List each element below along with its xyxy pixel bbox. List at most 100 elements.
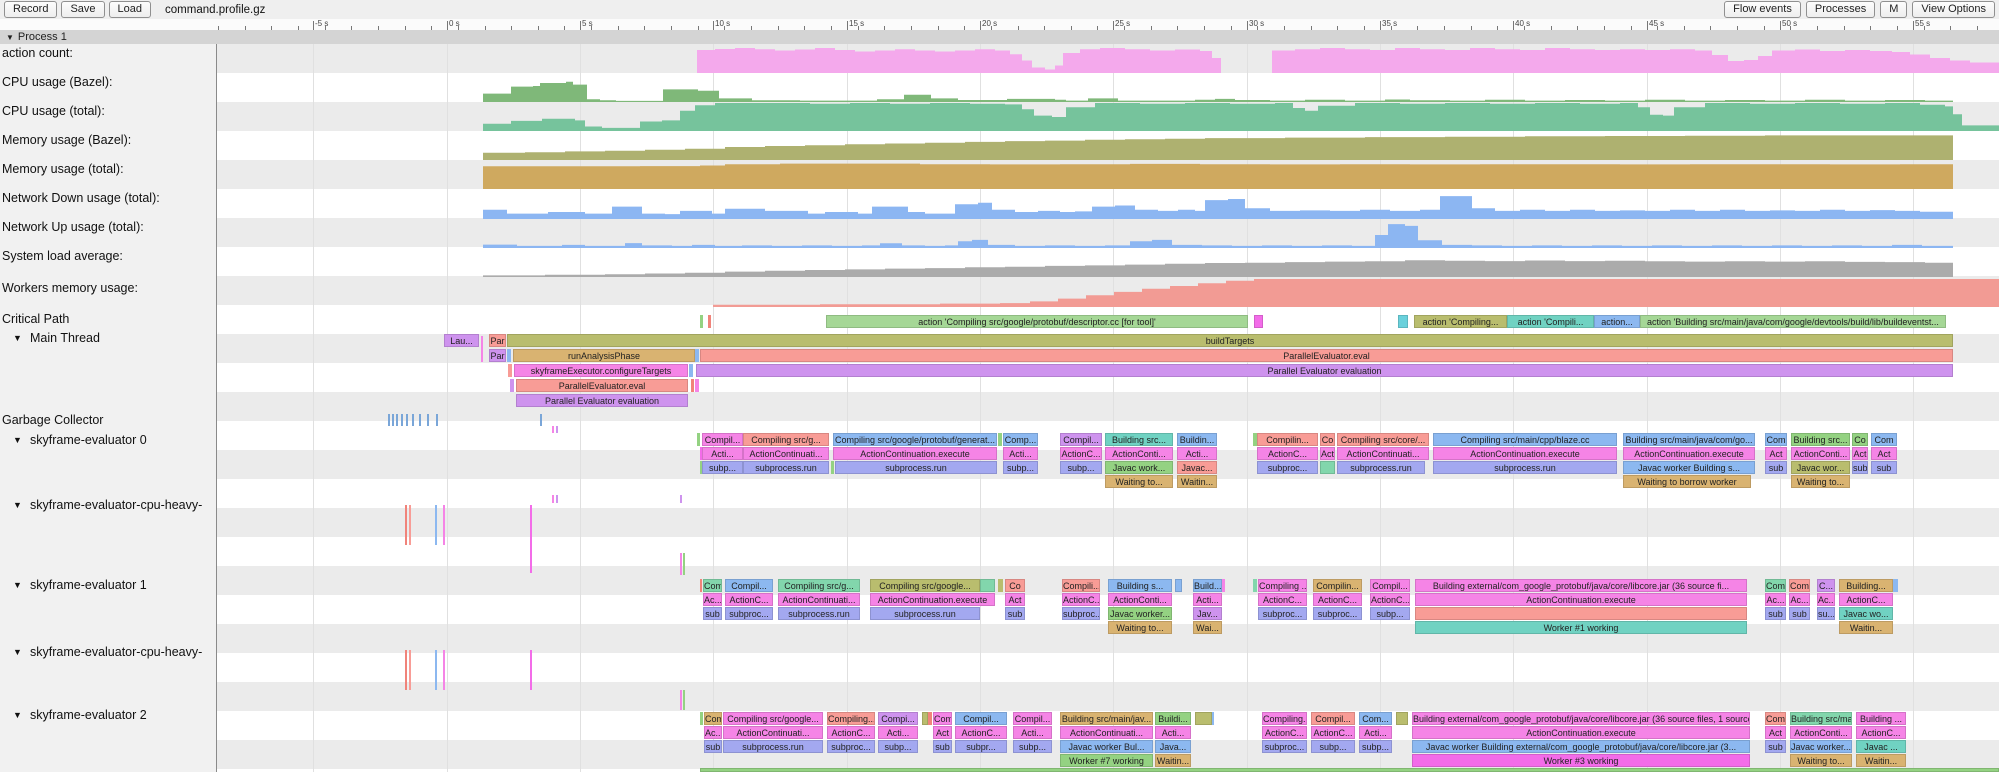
trace-event-subprocess-run[interactable]: subprocess.run bbox=[743, 461, 829, 474]
instant-event-tick[interactable] bbox=[396, 414, 398, 426]
trace-event-subp[interactable]: subp... bbox=[1311, 740, 1355, 753]
trace-event-sliver[interactable] bbox=[1254, 315, 1263, 328]
trace-event-com[interactable]: Com bbox=[1765, 712, 1786, 725]
trace-event-compil[interactable]: Compil... bbox=[1060, 433, 1102, 446]
trace-event-sliver[interactable] bbox=[1253, 579, 1257, 592]
trace-event-sub[interactable]: sub bbox=[1005, 607, 1025, 620]
trace-event-actionc[interactable]: ActionC... bbox=[1856, 726, 1906, 739]
trace-event-waiting-to[interactable]: Waiting to... bbox=[1108, 621, 1172, 634]
trace-event-subp[interactable]: subp... bbox=[1003, 461, 1038, 474]
instant-event-tick[interactable] bbox=[556, 495, 558, 503]
trace-event-actionc[interactable]: ActionC... bbox=[1839, 593, 1893, 606]
trace-event-waitin[interactable]: Waitin... bbox=[1177, 475, 1217, 488]
instant-event-tick[interactable] bbox=[683, 553, 685, 575]
trace-event-actionc[interactable]: ActionC... bbox=[1370, 593, 1410, 606]
trace-event-sliver[interactable] bbox=[695, 349, 699, 362]
trace-event-action[interactable]: action... bbox=[1594, 315, 1640, 328]
trace-event-act[interactable]: Act bbox=[1765, 447, 1787, 460]
trace-event-comp[interactable]: Comp... bbox=[1003, 433, 1038, 446]
trace-event-sliver[interactable] bbox=[928, 712, 932, 725]
trace-event-javac-wo[interactable]: Javac wo... bbox=[1839, 607, 1893, 620]
trace-event-subproc[interactable]: subproc... bbox=[1313, 607, 1362, 620]
trace-event-building[interactable]: Building... bbox=[1839, 579, 1893, 592]
instant-event-tick[interactable] bbox=[392, 414, 394, 426]
trace-event-actionconti[interactable]: ActionConti... bbox=[1790, 726, 1852, 739]
trace-event-acti[interactable]: Acti... bbox=[1155, 726, 1191, 739]
trace-event-actionconti[interactable]: ActionConti... bbox=[1108, 593, 1172, 606]
instant-event-tick[interactable] bbox=[530, 650, 532, 690]
trace-event-actionc[interactable]: ActionC... bbox=[1062, 593, 1100, 606]
trace-event-java[interactable]: Java... bbox=[1155, 740, 1191, 753]
trace-event-su[interactable]: su... bbox=[1817, 607, 1835, 620]
trace-event-compil[interactable]: Compil... bbox=[1370, 579, 1410, 592]
trace-event-actionc[interactable]: ActionC... bbox=[1258, 593, 1307, 606]
trace-event-building-external-com-google-protobuf-ja[interactable]: Building external/com_google_protobuf/ja… bbox=[1412, 712, 1750, 725]
instant-event-tick[interactable] bbox=[427, 414, 429, 426]
trace-event-subp[interactable]: subp... bbox=[1370, 607, 1410, 620]
trace-event-sliver[interactable] bbox=[1893, 579, 1898, 592]
trace-event-acti[interactable]: Acti... bbox=[878, 726, 918, 739]
trace-event-subproc[interactable]: subproc... bbox=[1062, 607, 1100, 620]
trace-event-compiling-src-google-protobuf-generat[interactable]: Compiling src/google/protobuf/generat... bbox=[833, 433, 997, 446]
trace-event-action-building-src-main-java-com-google[interactable]: action 'Building src/main/java/com/googl… bbox=[1640, 315, 1946, 328]
trace-event-actionc[interactable]: ActionC... bbox=[725, 593, 773, 606]
trace-event-compilin[interactable]: Compilin... bbox=[1257, 433, 1318, 446]
trace-event-compiling-src-google[interactable]: Compiling src/google... bbox=[870, 579, 980, 592]
trace-event-worker-1-working[interactable]: Worker #1 working bbox=[1415, 621, 1747, 634]
trace-event-javac-work[interactable]: Javac work... bbox=[1105, 461, 1173, 474]
instant-event-tick[interactable] bbox=[405, 650, 407, 690]
trace-event-com[interactable]: Com bbox=[933, 712, 952, 725]
trace-event-acti[interactable]: Acti... bbox=[1177, 447, 1217, 460]
trace-event-compil[interactable]: Compil... bbox=[1311, 712, 1355, 725]
instant-event-tick[interactable] bbox=[556, 426, 558, 433]
trace-event-waitin[interactable]: Waitin... bbox=[1839, 621, 1893, 634]
trace-event-parallelevaluator-eval[interactable]: ParallelEvaluator.eval bbox=[700, 349, 1953, 362]
trace-event-actionconti[interactable]: ActionConti... bbox=[1105, 447, 1173, 460]
trace-event-sliver[interactable] bbox=[998, 579, 1003, 592]
trace-event-subproc[interactable]: subproc... bbox=[827, 740, 875, 753]
trace-event-buildtargets[interactable]: buildTargets bbox=[507, 334, 1953, 347]
trace-event-subp[interactable]: subp... bbox=[1060, 461, 1102, 474]
trace-event-subprocess-run[interactable]: subprocess.run bbox=[723, 740, 823, 753]
trace-event-buildin[interactable]: Buildin... bbox=[1177, 433, 1217, 446]
instant-event-tick[interactable] bbox=[419, 414, 421, 426]
instant-event-tick[interactable] bbox=[443, 505, 445, 545]
trace-event-skyframeexecutor-configuretargets[interactable]: skyframeExecutor.configureTargets bbox=[514, 364, 688, 377]
trace-event-build[interactable]: Build... bbox=[1193, 579, 1222, 592]
trace-event-subprocess-run[interactable]: subprocess.run bbox=[1433, 461, 1617, 474]
trace-event-javac[interactable]: Javac... bbox=[1177, 461, 1217, 474]
trace-event-acti[interactable]: Acti... bbox=[1003, 447, 1038, 460]
instant-event-tick[interactable] bbox=[436, 414, 438, 426]
instant-event-tick[interactable] bbox=[680, 690, 682, 710]
trace-event-sub[interactable]: sub bbox=[1789, 607, 1810, 620]
trace-event-actioncontinuati[interactable]: ActionContinuati... bbox=[1337, 447, 1429, 460]
trace-event-javac-worker-building-s[interactable]: Javac worker Building s... bbox=[1623, 461, 1755, 474]
trace-event-act[interactable]: Act bbox=[933, 726, 952, 739]
trace-event-sliver[interactable] bbox=[708, 315, 711, 328]
trace-event-javac-worker-bul[interactable]: Javac worker Bul... bbox=[1060, 740, 1153, 753]
trace-event-compilin[interactable]: Compilin... bbox=[1313, 579, 1362, 592]
trace-event-sliver[interactable] bbox=[700, 768, 1999, 772]
trace-event-ac[interactable]: Ac... bbox=[1789, 593, 1810, 606]
trace-event-waiting-to-borrow-worker[interactable]: Waiting to borrow worker bbox=[1623, 475, 1751, 488]
trace-event-subproc[interactable]: subproc... bbox=[1262, 740, 1307, 753]
trace-event-compiling-src-g[interactable]: Compiling src/g... bbox=[743, 433, 829, 446]
trace-event-building-external-com-google-protobuf-ja[interactable]: Building external/com_google_protobuf/ja… bbox=[1415, 579, 1747, 592]
trace-event-sliver[interactable] bbox=[998, 433, 1002, 446]
trace-event-javac-worker[interactable]: Javac worker... bbox=[1790, 740, 1852, 753]
trace-event-sliver[interactable] bbox=[1415, 607, 1747, 620]
collapse-triangle-icon[interactable]: ▼ bbox=[13, 435, 22, 445]
collapse-triangle-icon[interactable]: ▼ bbox=[13, 647, 22, 657]
trace-event-building-src[interactable]: Building src... bbox=[1791, 433, 1850, 446]
trace-event-act[interactable]: Act bbox=[1852, 447, 1868, 460]
trace-event-actionc[interactable]: ActionC... bbox=[1060, 447, 1102, 460]
trace-event-sliver[interactable] bbox=[689, 364, 693, 377]
trace-event-actioncontinuation-execute[interactable]: ActionContinuation.execute bbox=[870, 593, 995, 606]
trace-event-acti[interactable]: Acti... bbox=[1193, 593, 1222, 606]
trace-event-sliver[interactable] bbox=[697, 433, 700, 446]
instant-event-tick[interactable] bbox=[680, 495, 682, 503]
trace-event-actioncontinuation-execute[interactable]: ActionContinuation.execute bbox=[1415, 593, 1747, 606]
trace-event-jav[interactable]: Jav... bbox=[1193, 607, 1222, 620]
trace-event-compi[interactable]: Compi... bbox=[878, 712, 918, 725]
trace-event-javac-worker-building-external-com-googl[interactable]: Javac worker Building external/com_googl… bbox=[1412, 740, 1750, 753]
